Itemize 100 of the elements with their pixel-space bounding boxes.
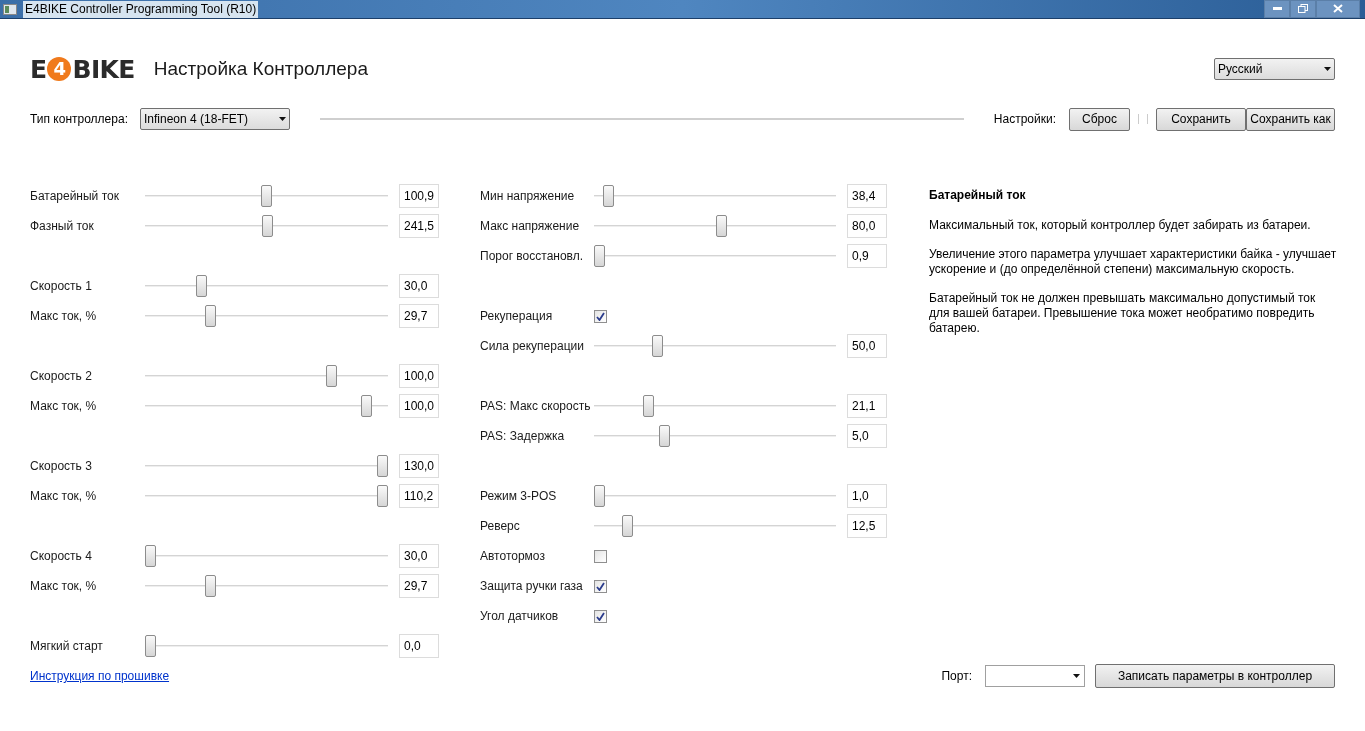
slider[interactable] bbox=[145, 274, 388, 298]
value-field[interactable]: 100,9 bbox=[399, 184, 439, 208]
slider[interactable] bbox=[145, 304, 388, 328]
slider[interactable] bbox=[594, 424, 836, 448]
slider[interactable] bbox=[594, 214, 836, 238]
checkbox[interactable] bbox=[594, 609, 607, 623]
value-field[interactable]: 30,0 bbox=[399, 544, 439, 568]
value-field[interactable]: 0,0 bbox=[399, 634, 439, 658]
slider-thumb[interactable] bbox=[658, 425, 670, 447]
slider-thumb[interactable] bbox=[603, 185, 615, 207]
parameter-label: Макс напряжение bbox=[480, 218, 581, 235]
slider-thumb[interactable] bbox=[621, 515, 633, 537]
parameter-label: Режим 3-POS bbox=[480, 488, 558, 505]
info-paragraph: Максимальный ток, который контроллер будет забирать из батареи. bbox=[929, 218, 1312, 233]
language-select[interactable]: Русский bbox=[1214, 58, 1335, 80]
minimize-icon bbox=[1272, 7, 1282, 10]
caret-icon bbox=[1073, 674, 1080, 678]
parameter-label: Скорость 1 bbox=[30, 278, 93, 295]
value-field[interactable]: 30,0 bbox=[399, 274, 439, 298]
slider-thumb[interactable] bbox=[360, 395, 372, 417]
firmware-instructions-link[interactable]: Инструкция по прошивке bbox=[30, 667, 170, 685]
settings-button[interactable]: Сохранить bbox=[1156, 107, 1246, 131]
parameter-label: Батарейный ток bbox=[30, 188, 120, 205]
slider-thumb[interactable] bbox=[642, 395, 654, 417]
value-field[interactable]: 80,0 bbox=[847, 214, 887, 238]
slider[interactable] bbox=[594, 184, 836, 208]
parameter-label: Автотормоз bbox=[480, 548, 546, 565]
checkbox[interactable] bbox=[594, 549, 607, 563]
slider-thumb[interactable] bbox=[716, 215, 728, 237]
write-parameters-button[interactable]: Записать параметры в контроллер bbox=[1095, 664, 1335, 688]
slider-thumb[interactable] bbox=[594, 245, 605, 267]
close-button[interactable] bbox=[1316, 0, 1360, 18]
value-field[interactable]: 100,0 bbox=[399, 364, 439, 388]
slider[interactable] bbox=[145, 364, 388, 388]
value-field[interactable]: 0,9 bbox=[847, 244, 887, 268]
settings-button[interactable]: Сброс bbox=[1069, 107, 1130, 131]
controller-type-select[interactable]: Infineon 4 (18-FET) bbox=[140, 108, 290, 130]
slider[interactable] bbox=[594, 514, 836, 538]
slider[interactable] bbox=[594, 484, 836, 508]
port-select[interactable] bbox=[985, 665, 1085, 687]
parameter-label: Мягкий старт bbox=[30, 638, 104, 655]
value-field[interactable]: 29,7 bbox=[399, 304, 439, 328]
parameter-label: Фазный ток bbox=[30, 218, 95, 235]
slider[interactable] bbox=[594, 334, 836, 358]
slider[interactable] bbox=[145, 634, 388, 658]
slider-thumb[interactable] bbox=[205, 305, 217, 327]
value-field[interactable]: 50,0 bbox=[847, 334, 887, 358]
checkmark-icon bbox=[596, 581, 605, 591]
minimize-button[interactable] bbox=[1264, 0, 1290, 18]
value-field[interactable]: 1,0 bbox=[847, 484, 887, 508]
slider[interactable] bbox=[145, 484, 388, 508]
slider-thumb[interactable] bbox=[377, 485, 388, 507]
parameter-label: PAS: Задержка bbox=[480, 428, 566, 445]
checkmark-icon bbox=[596, 311, 605, 321]
slider-thumb[interactable] bbox=[377, 455, 388, 477]
parameter-label: Защита ручки газа bbox=[480, 578, 584, 595]
value-field[interactable]: 110,2 bbox=[399, 484, 439, 508]
slider-thumb[interactable] bbox=[145, 635, 156, 657]
controller-type-label: Тип контроллера: bbox=[30, 111, 129, 128]
slider-thumb[interactable] bbox=[594, 485, 605, 507]
slider-thumb[interactable] bbox=[651, 335, 663, 357]
restore-button[interactable] bbox=[1290, 0, 1316, 18]
checkbox[interactable] bbox=[594, 579, 607, 593]
parameter-label: Рекуперация bbox=[480, 308, 554, 325]
window-title: E4BIKE Controller Programming Tool (R10) bbox=[23, 0, 259, 18]
checkbox[interactable] bbox=[594, 309, 607, 323]
slider-thumb[interactable] bbox=[145, 545, 156, 567]
parameter-label: Скорость 4 bbox=[30, 548, 93, 565]
value-field[interactable]: 5,0 bbox=[847, 424, 887, 448]
slider-thumb[interactable] bbox=[262, 215, 274, 237]
value-field[interactable]: 38,4 bbox=[847, 184, 887, 208]
slider[interactable] bbox=[145, 214, 388, 238]
value-field[interactable]: 241,5 bbox=[399, 214, 439, 238]
value-field[interactable]: 100,0 bbox=[399, 394, 439, 418]
parameter-label: Реверс bbox=[480, 518, 521, 535]
slider-thumb[interactable] bbox=[205, 575, 217, 597]
slider[interactable] bbox=[594, 394, 836, 418]
parameter-label: PAS: Макс скорость bbox=[480, 398, 592, 415]
info-paragraph: Увеличение этого параметра улучшает характеристики байка - улучшает ускорение и (до определённой степени) максимальную скорость. bbox=[929, 247, 1338, 277]
value-field[interactable]: 12,5 bbox=[847, 514, 887, 538]
slider[interactable] bbox=[145, 184, 388, 208]
checkmark-icon bbox=[596, 611, 605, 621]
slider[interactable] bbox=[594, 244, 836, 268]
slider-thumb[interactable] bbox=[196, 275, 208, 297]
slider[interactable] bbox=[145, 574, 388, 598]
slider[interactable] bbox=[145, 544, 388, 568]
slider-thumb[interactable] bbox=[325, 365, 337, 387]
app-icon bbox=[3, 3, 17, 15]
parameter-label: Сила рекуперации bbox=[480, 338, 585, 355]
logo: E 4 BIKE bbox=[30, 56, 135, 82]
port-label: Порт: bbox=[941, 668, 972, 685]
value-field[interactable]: 29,7 bbox=[399, 574, 439, 598]
slider[interactable] bbox=[145, 394, 388, 418]
value-field[interactable]: 130,0 bbox=[399, 454, 439, 478]
settings-button[interactable]: Сохранить как bbox=[1246, 107, 1335, 131]
slider-thumb[interactable] bbox=[261, 185, 272, 207]
value-field[interactable]: 21,1 bbox=[847, 394, 887, 418]
slider[interactable] bbox=[145, 454, 388, 478]
info-paragraph: Батарейный ток не должен превышать максимально допустимый ток для вашей батареи. Превышение тока может необратимо повредить батарею. bbox=[929, 291, 1317, 336]
restore-icon bbox=[1298, 4, 1308, 13]
